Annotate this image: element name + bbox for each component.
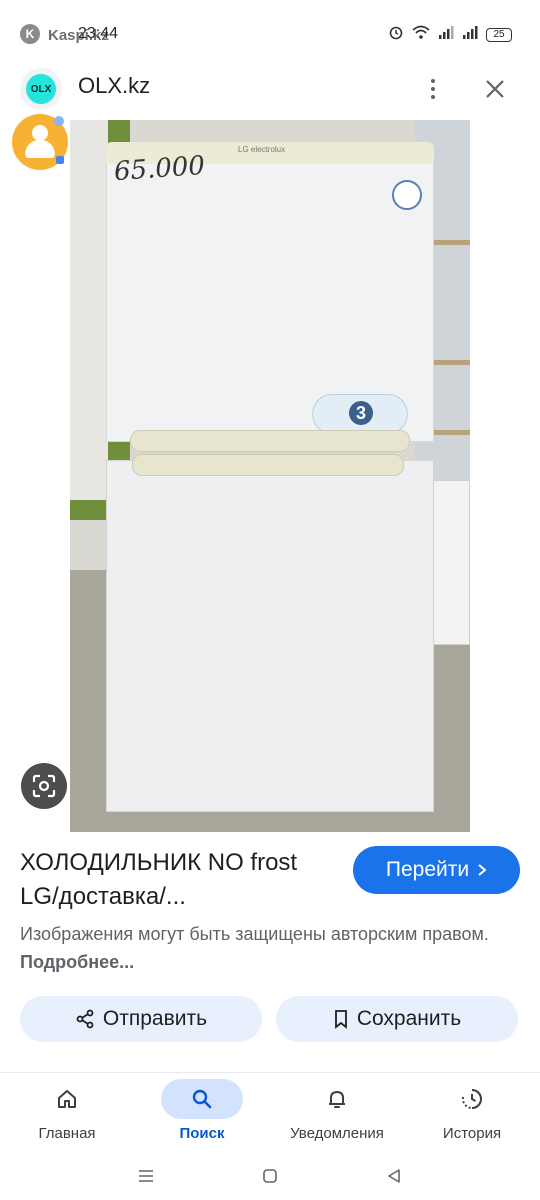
copyright-notice: Изображения могут быть защищены авторски… [20, 920, 520, 976]
refrigerator: LG electrolux 65.000 3 [106, 142, 434, 812]
handwritten-price: 65.000 [113, 150, 206, 188]
nav-search[interactable]: Поиск [147, 1079, 257, 1149]
nav-search-label: Поиск [179, 1125, 225, 1142]
wifi-icon [412, 25, 430, 44]
go-to-site-button[interactable]: Перейти [353, 846, 520, 894]
copyright-text: Изображения могут быть защищены авторски… [20, 924, 489, 944]
menu-lines-icon [139, 1170, 153, 1182]
site-logo[interactable]: OLX [20, 68, 62, 110]
fridge-handle-top [130, 430, 410, 452]
recent-apps-button[interactable] [134, 1164, 158, 1188]
share-button[interactable]: Отправить [20, 996, 262, 1042]
history-icon [462, 1089, 483, 1109]
olx-logo-icon: OLX [26, 74, 56, 104]
share-icon [76, 1009, 94, 1029]
nav-history-icon-wrap [431, 1079, 513, 1119]
listing-title[interactable]: ХОЛОДИЛЬНИК NO frost LG/доставка/... [20, 846, 340, 914]
nav-notifications-icon-wrap [296, 1079, 378, 1119]
nav-home[interactable]: Главная [12, 1079, 122, 1149]
avatar-head [32, 125, 48, 141]
avatar-status-dot [54, 116, 64, 126]
fridge-sticker [392, 180, 422, 210]
avatar-body [25, 140, 55, 158]
fridge-bottom-door [106, 460, 434, 812]
close-icon [486, 80, 504, 98]
save-button[interactable]: Сохранить [276, 996, 518, 1042]
product-image[interactable]: LG electrolux 65.000 3 [70, 120, 470, 832]
close-button[interactable] [480, 72, 510, 106]
alarm-icon [388, 24, 404, 45]
nav-notifications-label: Уведомления [290, 1125, 384, 1142]
status-time: 23:44 [78, 25, 119, 42]
battery-indicator: 25 [486, 27, 512, 42]
lens-search-button[interactable] [21, 763, 67, 809]
lens-icon [32, 774, 56, 798]
system-navigation-bar [0, 1154, 540, 1200]
viewer-header: OLX OLX.kz [0, 64, 540, 116]
nav-notifications[interactable]: Уведомления [282, 1079, 392, 1149]
save-label: Сохранить [356, 1007, 462, 1030]
fridge-badge: 3 [312, 394, 408, 434]
kaspi-icon: K [20, 24, 40, 44]
nav-history[interactable]: История [417, 1079, 527, 1149]
fridge-handle-bottom [132, 454, 404, 476]
dot-icon [431, 87, 435, 91]
nav-search-icon-wrap [161, 1079, 243, 1119]
bottom-nav: Главная Поиск Уведомления История [0, 1073, 540, 1153]
background-wall-left [70, 120, 108, 500]
status-left: K Kaspi.kz 23:44 [20, 24, 118, 44]
nav-home-label: Главная [38, 1125, 96, 1142]
status-right: 25 [388, 24, 512, 45]
signal-icon-1 [438, 25, 454, 44]
chevron-right-icon [478, 864, 487, 876]
chat-badge-icon [56, 156, 64, 164]
square-icon [263, 1169, 277, 1183]
bell-icon [329, 1091, 345, 1108]
go-button-label: Перейти [385, 858, 470, 881]
learn-more-link[interactable]: Подробнее... [20, 952, 134, 972]
fridge-brand-label: LG electrolux [238, 145, 286, 154]
dot-icon [431, 79, 435, 83]
status-bar: K Kaspi.kz 23:44 25 [0, 0, 540, 64]
nav-home-icon-wrap [26, 1079, 108, 1119]
bookmark-icon [334, 1010, 347, 1029]
nav-history-label: История [442, 1125, 502, 1142]
home-icon [58, 1090, 76, 1108]
dot-icon [431, 95, 435, 99]
home-button[interactable] [258, 1164, 282, 1188]
search-icon [192, 1089, 212, 1109]
signal-icon-2 [462, 25, 478, 44]
badge-number: 3 [349, 401, 373, 425]
site-title[interactable]: OLX.kz [78, 73, 150, 99]
more-options-button[interactable] [420, 72, 446, 106]
share-label: Отправить [102, 1007, 208, 1030]
back-button[interactable] [382, 1164, 406, 1188]
back-triangle-icon [388, 1169, 400, 1183]
